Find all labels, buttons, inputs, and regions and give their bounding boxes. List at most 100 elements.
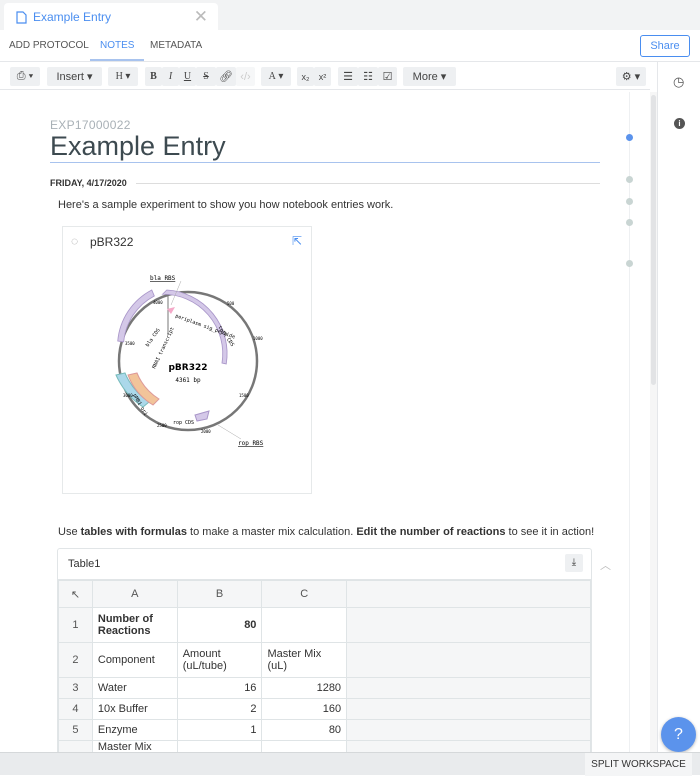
outline-dot[interactable] <box>626 176 633 183</box>
info-icon[interactable]: i <box>674 118 685 129</box>
share-button[interactable]: Share <box>640 35 690 57</box>
cell[interactable]: 80 <box>176 607 263 643</box>
tick-label: 1500 <box>239 393 249 398</box>
intro-text[interactable]: Here's a sample experiment to show you h… <box>58 199 393 211</box>
column-header[interactable]: C <box>261 580 348 608</box>
document-icon <box>16 10 27 24</box>
cell[interactable]: 1 <box>176 719 263 741</box>
numbered-list-icon[interactable]: ☷ <box>358 67 378 86</box>
superscript-button[interactable]: x² <box>314 67 331 86</box>
cell[interactable]: 10x Buffer <box>91 698 178 720</box>
table-row: 4 10x Buffer 2 160 <box>58 698 591 720</box>
strikethrough-button[interactable]: S <box>196 67 216 86</box>
checklist-icon[interactable]: ☑ <box>378 67 397 86</box>
link-icon[interactable]: 🔗︎ <box>216 67 236 86</box>
table-row: 2 Component Amount (uL/tube) Master Mix (uL… <box>58 642 591 678</box>
insert-button[interactable]: Insert ▾ <box>47 67 102 86</box>
gear-icon: ⚙ ▾ <box>621 71 641 83</box>
plasmid-center-name: pBR322 <box>168 363 207 373</box>
cell[interactable]: Amount (uL/tube) <box>176 642 263 678</box>
tick-label: 4000 <box>153 300 163 305</box>
table-row: 1 Number of Reactions 80 <box>58 607 591 643</box>
outline-dot[interactable] <box>626 219 633 226</box>
table-row: 5 Enzyme 1 80 <box>58 719 591 741</box>
bottom-bar: SPLIT WORKSPACE <box>0 752 700 776</box>
table-row: 3 Water 16 1280 <box>58 677 591 699</box>
column-header[interactable]: A <box>91 580 178 608</box>
text-span: to see it in action! <box>505 526 595 538</box>
tab-metadata[interactable]: METADATA <box>150 40 202 51</box>
table-name: Table1 <box>68 558 101 570</box>
entry-title[interactable]: Example Entry <box>50 131 600 163</box>
row-number[interactable]: 3 <box>58 677 93 699</box>
print-button[interactable]: ⎙ ▾ <box>10 67 40 86</box>
download-icon[interactable]: ⤓ <box>565 554 583 572</box>
empty-cell <box>346 719 591 741</box>
text-bold: Edit the number of reactions <box>356 526 506 538</box>
row-number[interactable]: 2 <box>58 642 93 678</box>
cell[interactable]: Enzyme <box>91 719 178 741</box>
scrollbar-thumb[interactable] <box>651 95 656 385</box>
italic-button[interactable]: I <box>162 67 179 86</box>
rop-feature <box>194 410 210 422</box>
cell[interactable]: Component <box>91 642 178 678</box>
text-bold: tables with formulas <box>80 526 187 538</box>
subscript-button[interactable]: x₂ <box>297 67 314 86</box>
empty-cell <box>346 642 591 678</box>
entry-nav: ADD PROTOCOL NOTES METADATA <box>0 30 700 62</box>
cell[interactable]: Master Mix (uL) <box>261 642 348 678</box>
scrollbar[interactable] <box>650 92 657 752</box>
tab-notes[interactable]: NOTES <box>90 40 145 61</box>
cell[interactable]: Water <box>91 677 178 699</box>
plasmid-card: ◌ pBR322 ⇱ bla RBS rop RBS periplasm sig… <box>62 226 312 494</box>
insert-label: Insert <box>56 70 84 83</box>
entry-id: EXP17000022 <box>50 118 131 132</box>
bold-button[interactable]: B <box>145 67 162 86</box>
cell[interactable]: 16 <box>176 677 263 699</box>
outline-dot-active[interactable] <box>626 134 633 141</box>
row-number[interactable]: 4 <box>58 698 93 720</box>
cell[interactable]: 1280 <box>261 677 348 699</box>
collapse-icon[interactable]: ︿ <box>600 557 611 573</box>
rop-label: rop CDS <box>173 420 194 426</box>
underline-button[interactable]: U <box>179 67 196 86</box>
tick-label: 1000 <box>253 336 263 341</box>
font-color-button[interactable]: A ▾ <box>261 67 291 86</box>
tick-label: 3500 <box>125 341 135 346</box>
split-workspace-button[interactable]: SPLIT WORKSPACE <box>585 753 692 776</box>
heading-label: H <box>115 71 123 82</box>
row-number[interactable]: 5 <box>58 719 93 741</box>
settings-button[interactable]: ⚙ ▾ <box>616 67 646 86</box>
plasmid-length: 4361 bp <box>175 377 201 384</box>
help-button[interactable]: ? <box>661 717 696 752</box>
tab-add-protocol[interactable]: ADD PROTOCOL <box>9 40 89 51</box>
cell[interactable]: Number of Reactions <box>91 607 178 643</box>
empty-cell <box>346 677 591 699</box>
outline-dot[interactable] <box>626 198 633 205</box>
outline-dot[interactable] <box>626 260 633 267</box>
rop-rbs-label: rop RBS <box>238 440 264 447</box>
column-header[interactable]: B <box>176 580 263 608</box>
plasmid-map[interactable]: bla RBS rop RBS periplasm sig_peptide te… <box>63 227 313 495</box>
heading-button[interactable]: H ▾ <box>108 67 138 86</box>
row-number[interactable]: 1 <box>58 607 93 643</box>
bla-rbs-label: bla RBS <box>150 275 176 282</box>
close-icon[interactable]: ✕ <box>194 7 208 27</box>
tab-title: Example Entry <box>33 10 112 24</box>
bullet-list-icon[interactable]: ☰ <box>338 67 358 86</box>
select-all-icon[interactable]: ↖ <box>58 580 93 608</box>
history-icon[interactable]: ◷ <box>673 74 684 90</box>
outline-timeline <box>629 92 630 752</box>
editor-toolbar: ⎙ ▾ Insert ▾ H ▾ B I U S 🔗︎ ‹/› A ▾ x₂ x… <box>0 62 650 90</box>
cell[interactable] <box>261 607 348 643</box>
code-icon[interactable]: ‹/› <box>236 67 255 86</box>
cell[interactable]: 160 <box>261 698 348 720</box>
cell[interactable]: 80 <box>261 719 348 741</box>
more-button[interactable]: More ▾ <box>403 67 456 86</box>
tick-label: 3000 <box>123 393 133 398</box>
text-span: Use <box>58 526 81 538</box>
cell[interactable]: 2 <box>176 698 263 720</box>
empty-cell <box>346 698 591 720</box>
tab-example-entry[interactable]: Example Entry ✕ <box>4 3 218 31</box>
more-label: More <box>412 70 438 83</box>
